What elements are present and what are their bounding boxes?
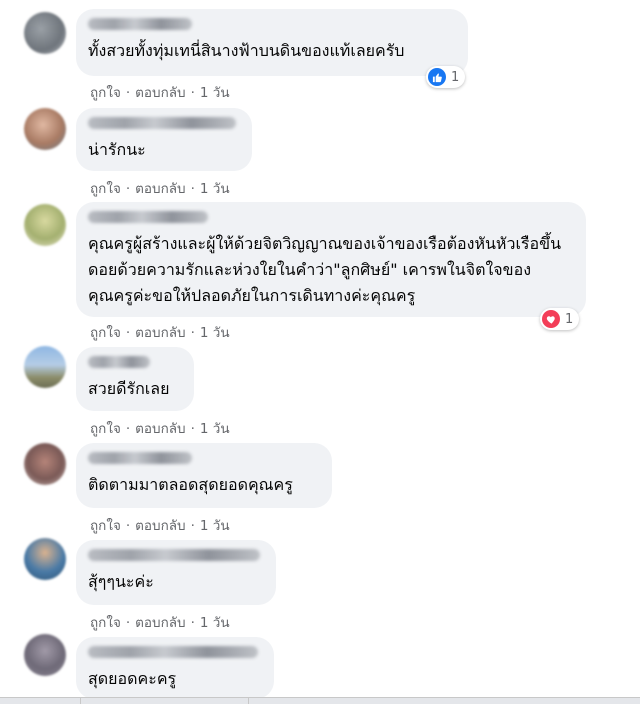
reply-link[interactable]: ตอบกลับ xyxy=(135,417,185,439)
blurred-author-name[interactable] xyxy=(88,18,192,30)
reply-link[interactable]: ตอบกลับ xyxy=(135,611,185,633)
reply-link[interactable]: ตอบกลับ xyxy=(135,177,185,199)
comment-actions: ถูกใจ · ตอบกลับ · 1 วัน xyxy=(90,514,230,536)
avatar[interactable] xyxy=(24,634,66,676)
comment-bubble: ทั้งสวยทั้งทุ่มเทนี่สินางฟ้าบนดินของแท้เ… xyxy=(76,9,468,76)
taskbar-segment xyxy=(0,698,81,704)
reaction-count[interactable]: 1 xyxy=(540,308,580,330)
comment-bubble: คุณครูผู้สร้างและผู้ให้ด้วยจิตวิญญาณของเ… xyxy=(76,202,586,317)
comment-text: สุ้ๆๆนะค่ะ xyxy=(88,572,154,591)
timestamp[interactable]: 1 วัน xyxy=(200,611,230,633)
comment-text: ทั้งสวยทั้งทุ่มเทนี่สินางฟ้าบนดินของแท้เ… xyxy=(88,41,405,60)
like-link[interactable]: ถูกใจ xyxy=(90,321,121,343)
like-link[interactable]: ถูกใจ xyxy=(90,514,121,536)
blurred-author-name[interactable] xyxy=(88,452,192,464)
avatar[interactable] xyxy=(24,204,66,246)
comment-text: น่ารักนะ xyxy=(88,140,146,159)
timestamp[interactable]: 1 วัน xyxy=(200,514,230,536)
comment-bubble: สุดยอดคะครู xyxy=(76,637,274,699)
blurred-author-name[interactable] xyxy=(88,549,260,561)
comment-bubble: น่ารักนะ xyxy=(76,108,252,171)
heart-icon xyxy=(542,310,560,328)
avatar[interactable] xyxy=(24,538,66,580)
like-link[interactable]: ถูกใจ xyxy=(90,611,121,633)
avatar[interactable] xyxy=(24,443,66,485)
timestamp[interactable]: 1 วัน xyxy=(200,417,230,439)
avatar[interactable] xyxy=(24,12,66,54)
comment-actions: ถูกใจ · ตอบกลับ · 1 วัน xyxy=(90,321,230,343)
comment-actions: ถูกใจ · ตอบกลับ · 1 วัน xyxy=(90,81,230,103)
comment-bubble: สุ้ๆๆนะค่ะ xyxy=(76,540,276,605)
reaction-count-number: 1 xyxy=(565,311,574,327)
reaction-count-number: 1 xyxy=(451,69,460,85)
avatar[interactable] xyxy=(24,108,66,150)
timestamp[interactable]: 1 วัน xyxy=(200,321,230,343)
taskbar-segment xyxy=(80,698,249,704)
blurred-author-name[interactable] xyxy=(88,211,208,223)
comment-text: ติดตามมาตลอดสุดยอดคุณครู xyxy=(88,475,293,494)
blurred-author-name[interactable] xyxy=(88,356,150,368)
comment-actions: ถูกใจ · ตอบกลับ · 1 วัน xyxy=(90,611,230,633)
like-link[interactable]: ถูกใจ xyxy=(90,81,121,103)
comment-bubble: สวยดีรักเลย xyxy=(76,347,194,411)
like-link[interactable]: ถูกใจ xyxy=(90,417,121,439)
comment-text: สุดยอดคะครู xyxy=(88,669,177,688)
blurred-author-name[interactable] xyxy=(88,646,258,658)
comment-text: คุณครูผู้สร้างและผู้ให้ด้วยจิตวิญญาณของเ… xyxy=(88,234,562,305)
reply-link[interactable]: ตอบกลับ xyxy=(135,81,185,103)
like-link[interactable]: ถูกใจ xyxy=(90,177,121,199)
comment-actions: ถูกใจ · ตอบกลับ · 1 วัน xyxy=(90,417,230,439)
timestamp[interactable]: 1 วัน xyxy=(200,81,230,103)
comment-text: สวยดีรักเลย xyxy=(88,379,170,398)
avatar[interactable] xyxy=(24,346,66,388)
blurred-author-name[interactable] xyxy=(88,117,236,129)
reply-link[interactable]: ตอบกลับ xyxy=(135,321,185,343)
reaction-count[interactable]: 1 xyxy=(426,66,466,88)
thumbs-up-icon xyxy=(428,68,446,86)
comment-bubble: ติดตามมาตลอดสุดยอดคุณครู xyxy=(76,443,332,508)
comment-actions: ถูกใจ · ตอบกลับ · 1 วัน xyxy=(90,177,230,199)
reply-link[interactable]: ตอบกลับ xyxy=(135,514,185,536)
timestamp[interactable]: 1 วัน xyxy=(200,177,230,199)
